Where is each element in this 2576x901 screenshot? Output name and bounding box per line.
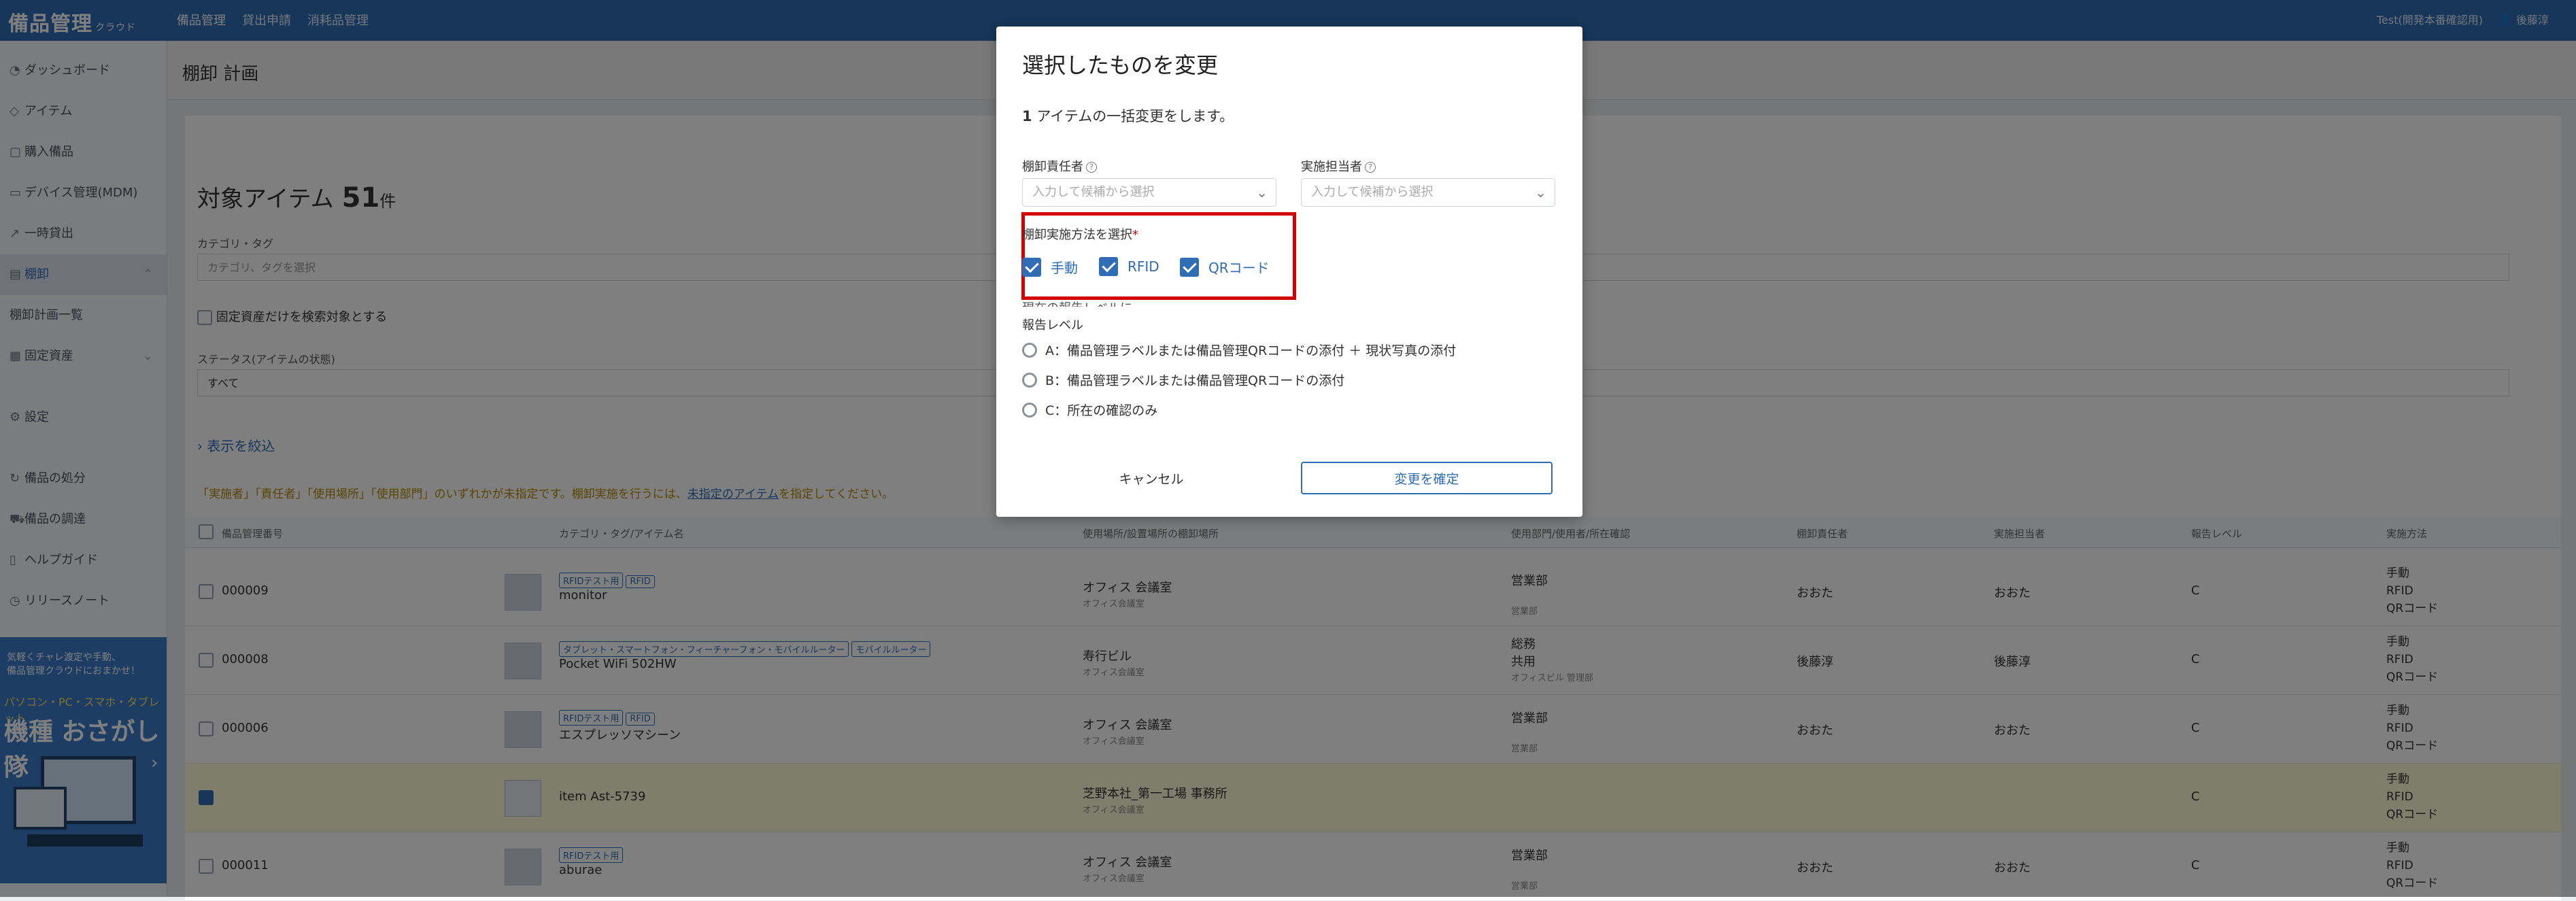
help-icon[interactable]: ? <box>1365 162 1376 173</box>
responsible-label: 棚卸責任者? <box>1022 157 1097 175</box>
method-checkbox-qrcode[interactable]: QRコード <box>1180 257 1270 277</box>
executor-select[interactable]: 入力して候補から選択 ⌄ <box>1301 178 1555 207</box>
bulk-edit-modal: 選択したものを変更 1 アイテムの一括変更をします。 棚卸責任者? 入力して候補… <box>996 27 1582 517</box>
responsible-select[interactable]: 入力して候補から選択 ⌄ <box>1022 178 1276 207</box>
report-level-label: 報告レベル <box>1022 318 1083 333</box>
executor-label: 実施担当者? <box>1301 157 1376 175</box>
radio-icon <box>1022 402 1037 418</box>
check-icon <box>1099 257 1118 276</box>
radio-icon <box>1022 372 1037 388</box>
method-checkbox-manual[interactable]: 手動 <box>1022 257 1078 277</box>
help-icon[interactable]: ? <box>1086 162 1097 173</box>
chevron-down-icon: ⌄ <box>1256 184 1268 201</box>
radio-icon <box>1022 342 1037 358</box>
report-level-radio-c[interactable]: C：所在の確認のみ <box>1022 401 1157 419</box>
chevron-down-icon: ⌄ <box>1535 184 1546 201</box>
report-level-radio-b[interactable]: B：備品管理ラベルまたは備品管理QRコードの添付 <box>1022 371 1344 389</box>
modal-title: 選択したものを変更 <box>1022 52 1219 78</box>
method-checkbox-rfid[interactable]: RFID <box>1099 257 1159 276</box>
report-level-radio-a[interactable]: A：備品管理ラベルまたは備品管理QRコードの添付 ＋ 現状写真の添付 <box>1022 341 1456 359</box>
check-icon <box>1022 257 1041 277</box>
method-label: 棚卸実施方法を選択* <box>1022 228 1138 242</box>
check-icon <box>1180 257 1199 277</box>
report-level-hint: 現在の報告レベルに <box>1022 299 1132 307</box>
cancel-button[interactable]: キャンセル <box>1077 462 1226 494</box>
confirm-button[interactable]: 変更を確定 <box>1301 462 1553 494</box>
modal-description: 1 アイテムの一括変更をします。 <box>1022 108 1234 124</box>
